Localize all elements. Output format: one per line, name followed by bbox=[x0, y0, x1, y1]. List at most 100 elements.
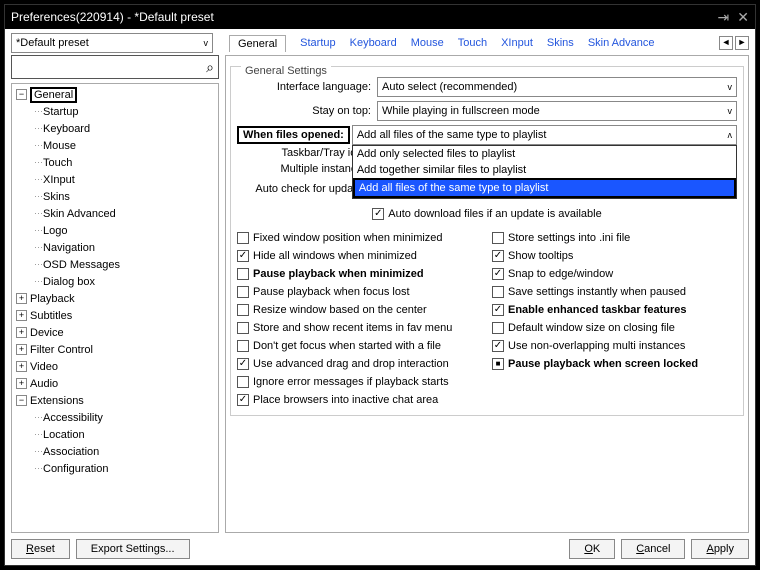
tree-label: Playback bbox=[30, 293, 75, 305]
checkbox-label: Pause playback when focus lost bbox=[253, 286, 410, 298]
dropdown-option-selected[interactable]: Add all files of the same type to playli… bbox=[353, 178, 736, 198]
checkbox-row: Don't get focus when started with a file bbox=[237, 337, 482, 355]
checkbox[interactable] bbox=[492, 232, 504, 244]
tree-item[interactable]: +Video bbox=[16, 358, 216, 375]
stay-on-top-combo[interactable]: While playing in fullscreen mode v bbox=[377, 101, 737, 121]
tree-item[interactable]: −Extensions bbox=[16, 392, 216, 409]
tab-skins[interactable]: Skins bbox=[547, 37, 574, 49]
checkbox[interactable] bbox=[492, 358, 504, 370]
tree-item[interactable]: +Audio bbox=[16, 375, 216, 392]
checkbox[interactable] bbox=[237, 376, 249, 388]
tree-item[interactable]: ⋯Skins bbox=[16, 188, 216, 205]
export-settings-button[interactable]: Export Settings... bbox=[76, 539, 190, 559]
tree-label: Keyboard bbox=[43, 123, 90, 135]
checkbox-row: Store and show recent items in fav menu bbox=[237, 319, 482, 337]
auto-download-checkbox[interactable] bbox=[372, 208, 384, 220]
checkbox[interactable] bbox=[237, 340, 249, 352]
combo-value: Add all files of the same type to playli… bbox=[357, 129, 547, 141]
tab-keyboard[interactable]: Keyboard bbox=[350, 37, 397, 49]
expand-icon[interactable]: + bbox=[16, 344, 27, 355]
tree-label: Location bbox=[43, 429, 85, 441]
category-tree[interactable]: − General ⋯Startup⋯Keyboard⋯Mouse⋯Touch⋯… bbox=[11, 83, 219, 533]
tree-item[interactable]: +Subtitles bbox=[16, 307, 216, 324]
checkbox[interactable] bbox=[237, 394, 249, 406]
tree-item[interactable]: ⋯Dialog box bbox=[16, 273, 216, 290]
tree-branch-icon: ⋯ bbox=[34, 157, 41, 168]
checkbox[interactable] bbox=[492, 322, 504, 334]
checkbox[interactable] bbox=[492, 250, 504, 262]
tab-xinput[interactable]: XInput bbox=[501, 37, 533, 49]
checkbox[interactable] bbox=[237, 286, 249, 298]
checkbox[interactable] bbox=[237, 232, 249, 244]
cancel-button[interactable]: Cancel bbox=[621, 539, 685, 559]
tree-item[interactable]: +Filter Control bbox=[16, 341, 216, 358]
tree-item[interactable]: +Device bbox=[16, 324, 216, 341]
checkbox[interactable] bbox=[237, 322, 249, 334]
tab-general[interactable]: General bbox=[229, 35, 286, 52]
when-files-opened-combo[interactable]: Add all files of the same type to playli… bbox=[352, 125, 737, 145]
checkbox-row: Fixed window position when minimized bbox=[237, 229, 482, 247]
checkbox-label: Store and show recent items in fav menu bbox=[253, 322, 452, 334]
tab-nav: ◄ ► bbox=[719, 36, 749, 50]
checkbox[interactable] bbox=[492, 286, 504, 298]
expand-icon[interactable]: + bbox=[16, 327, 27, 338]
tree-item[interactable]: ⋯Touch bbox=[16, 154, 216, 171]
checkbox-label: Save settings instantly when paused bbox=[508, 286, 686, 298]
tab-skin-advanced[interactable]: Skin Advance bbox=[588, 37, 655, 49]
tree-item[interactable]: ⋯Navigation bbox=[16, 239, 216, 256]
search-input[interactable]: ⌕ bbox=[11, 55, 219, 79]
tree-item[interactable]: +Playback bbox=[16, 290, 216, 307]
tree-item[interactable]: ⋯Keyboard bbox=[16, 120, 216, 137]
checkbox-label: Hide all windows when minimized bbox=[253, 250, 417, 262]
preferences-window: Preferences(220914) - *Default preset ⇥ … bbox=[4, 4, 756, 566]
interface-language-combo[interactable]: Auto select (recommended) v bbox=[377, 77, 737, 97]
checkbox-label: Pause playback when minimized bbox=[253, 268, 424, 280]
tree-item[interactable]: ⋯Skin Advanced bbox=[16, 205, 216, 222]
dropdown-option[interactable]: Add only selected files to playlist bbox=[353, 146, 736, 162]
tab-next-button[interactable]: ► bbox=[735, 36, 749, 50]
close-icon[interactable]: ✕ bbox=[737, 9, 749, 26]
collapse-icon[interactable]: − bbox=[16, 89, 27, 100]
checkbox[interactable] bbox=[237, 250, 249, 262]
checkbox[interactable] bbox=[237, 304, 249, 316]
expand-icon[interactable]: + bbox=[16, 310, 27, 321]
settings-panel: General Settings Interface language: Aut… bbox=[225, 55, 749, 533]
tab-prev-button[interactable]: ◄ bbox=[719, 36, 733, 50]
checkbox-label: Default window size on closing file bbox=[508, 322, 675, 334]
tree-item[interactable]: ⋯Configuration bbox=[16, 460, 216, 477]
dropdown-option[interactable]: Add together similar files to playlist bbox=[353, 162, 736, 178]
tree-item[interactable]: ⋯XInput bbox=[16, 171, 216, 188]
apply-button[interactable]: Apply bbox=[691, 539, 749, 559]
tree-item[interactable]: ⋯OSD Messages bbox=[16, 256, 216, 273]
tree-general[interactable]: − General bbox=[16, 86, 216, 103]
tree-item[interactable]: ⋯Startup bbox=[16, 103, 216, 120]
tab-mouse[interactable]: Mouse bbox=[411, 37, 444, 49]
expand-icon[interactable]: − bbox=[16, 395, 27, 406]
expand-icon[interactable]: + bbox=[16, 361, 27, 372]
tree-item[interactable]: ⋯Logo bbox=[16, 222, 216, 239]
preset-combo[interactable]: *Default preset v bbox=[11, 33, 213, 53]
body: ⌕ − General ⋯Startup⋯Keyboard⋯Mouse⋯Touc… bbox=[5, 55, 755, 533]
pin-icon[interactable]: ⇥ bbox=[718, 9, 730, 26]
checkbox[interactable] bbox=[492, 304, 504, 316]
expand-icon[interactable]: + bbox=[16, 378, 27, 389]
tree-item[interactable]: ⋯Location bbox=[16, 426, 216, 443]
checkbox[interactable] bbox=[492, 340, 504, 352]
left-column: ⌕ − General ⋯Startup⋯Keyboard⋯Mouse⋯Touc… bbox=[11, 55, 219, 533]
ok-button[interactable]: OK bbox=[569, 539, 615, 559]
general-settings-group: General Settings Interface language: Aut… bbox=[230, 66, 744, 416]
checkbox[interactable] bbox=[237, 268, 249, 280]
checkbox[interactable] bbox=[492, 268, 504, 280]
tree-item[interactable]: ⋯Association bbox=[16, 443, 216, 460]
chevron-down-icon: v bbox=[204, 38, 209, 48]
checkbox[interactable] bbox=[237, 358, 249, 370]
tab-touch[interactable]: Touch bbox=[458, 37, 487, 49]
tree-item[interactable]: ⋯Accessibility bbox=[16, 409, 216, 426]
tree-branch-icon: ⋯ bbox=[34, 259, 41, 270]
expand-icon[interactable]: + bbox=[16, 293, 27, 304]
tree-item[interactable]: ⋯Mouse bbox=[16, 137, 216, 154]
checkbox-row: Save settings instantly when paused bbox=[492, 283, 737, 301]
tree-label: Mouse bbox=[43, 140, 76, 152]
reset-button[interactable]: Reset bbox=[11, 539, 70, 559]
tab-startup[interactable]: Startup bbox=[300, 37, 335, 49]
